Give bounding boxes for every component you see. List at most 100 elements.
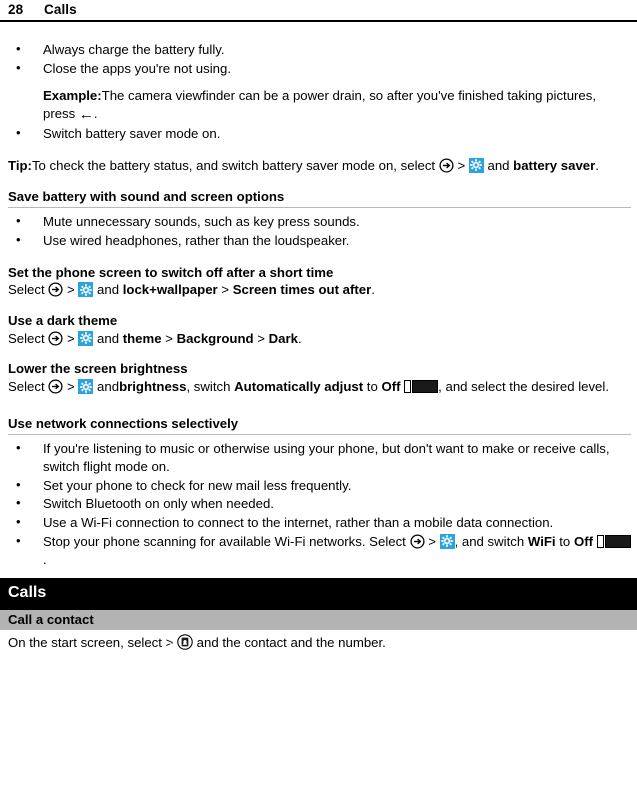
and-label: and bbox=[97, 330, 120, 346]
to-label: to bbox=[559, 533, 571, 549]
page-number: 28 bbox=[8, 2, 24, 17]
list-item: • Stop your phone scanning for available… bbox=[8, 533, 631, 568]
list-item-text: Use wired headphones, rather than the lo… bbox=[43, 232, 350, 248]
value-off: Off bbox=[573, 533, 593, 549]
section-heading-sound-screen: Save battery with sound and screen optio… bbox=[8, 188, 631, 209]
example-text-end: . bbox=[93, 106, 98, 122]
instruction-text: On the start screen, select bbox=[8, 635, 162, 651]
sound-screen-list: • Mute unnecessary sounds, such as key p… bbox=[8, 213, 631, 249]
bullet-glyph: • bbox=[16, 231, 21, 247]
setting-wifi: WiFi bbox=[527, 533, 556, 549]
list-item: • Set your phone to check for new mail l… bbox=[8, 477, 631, 495]
network-list: • If you're listening to music or otherw… bbox=[8, 440, 631, 568]
section-band-call-a-contact: Call a contact bbox=[0, 610, 637, 631]
bullet-glyph: • bbox=[16, 41, 21, 56]
subheading-brightness: Lower the screen brightness bbox=[8, 361, 188, 377]
tip-bold: battery saver bbox=[513, 157, 596, 173]
arrow-right-circle-icon[interactable] bbox=[48, 379, 63, 394]
period: . bbox=[43, 551, 47, 567]
tip-text-b: and bbox=[487, 157, 514, 173]
and-label: and bbox=[97, 379, 120, 395]
arrow-right-circle-icon[interactable] bbox=[48, 331, 63, 346]
tip-label: Tip: bbox=[8, 157, 32, 173]
bullet-glyph: • bbox=[16, 125, 21, 141]
brightness-steps: Select > andbrightness, switch Automatic… bbox=[8, 378, 631, 396]
arrow-right-circle-icon[interactable] bbox=[48, 282, 63, 297]
list-item: • Switch Bluetooth on only when needed. bbox=[8, 495, 631, 513]
settings-gear-icon[interactable] bbox=[78, 379, 94, 395]
list-item-text: Switch Bluetooth on only when needed. bbox=[43, 496, 274, 512]
gt-separator: > bbox=[165, 330, 173, 346]
list-item: • Use wired headphones, rather than the … bbox=[8, 232, 631, 250]
toggle-switch-off-icon[interactable] bbox=[404, 380, 439, 394]
gt-separator: > bbox=[257, 330, 265, 346]
page-content: • Always charge the battery fully. • Clo… bbox=[0, 22, 637, 568]
section-heading-network: Use network connections selectively bbox=[8, 415, 631, 436]
bullet-glyph: • bbox=[16, 213, 21, 229]
settings-gear-icon[interactable] bbox=[468, 157, 484, 173]
tip-text-c: . bbox=[595, 157, 599, 173]
list-item-text: Switch battery saver mode on. bbox=[43, 126, 221, 142]
chapter-banner: Calls bbox=[0, 578, 637, 611]
period: . bbox=[371, 282, 375, 298]
gt-separator: > bbox=[67, 379, 75, 395]
toggle-switch-off-icon[interactable] bbox=[596, 534, 631, 548]
menu-item-background: Background bbox=[176, 330, 254, 346]
bullet-glyph: • bbox=[16, 495, 21, 511]
period: . bbox=[297, 330, 302, 346]
list-item: • Switch battery saver mode on. bbox=[8, 125, 631, 143]
select-label: Select bbox=[8, 282, 45, 298]
menu-item-lock-wallpaper: lock+wallpaper bbox=[122, 282, 218, 298]
subheading-dark-theme: Use a dark theme bbox=[8, 312, 118, 328]
value-off: Off bbox=[381, 379, 401, 395]
switch-label: , switch bbox=[186, 379, 231, 395]
setting-automatically-adjust: Automatically adjust bbox=[234, 379, 364, 395]
tip-paragraph: Tip:To check the battery status, and swi… bbox=[8, 157, 631, 175]
arrow-right-circle-icon[interactable] bbox=[439, 158, 454, 173]
bullet-glyph: • bbox=[16, 514, 21, 530]
list-item: • If you're listening to music or otherw… bbox=[8, 440, 631, 475]
battery-tips-list: • Always charge the battery fully. • Clo… bbox=[8, 41, 631, 77]
select-label: Select bbox=[8, 379, 45, 395]
battery-tips-list-2: • Switch battery saver mode on. bbox=[8, 125, 631, 143]
gt-separator: > bbox=[67, 282, 75, 298]
list-item-text: Use a Wi-Fi connection to connect to the… bbox=[43, 515, 554, 531]
settings-gear-icon[interactable] bbox=[78, 282, 94, 298]
example-text: The camera viewfinder can be a power dra… bbox=[43, 88, 597, 122]
menu-item-brightness: brightness bbox=[119, 379, 187, 395]
list-item-text: Stop your phone scanning for available W… bbox=[43, 533, 410, 549]
contacts-icon[interactable] bbox=[177, 634, 193, 653]
toggle-track bbox=[412, 380, 439, 394]
screen-timeout-steps: Select > and lock+wallpaper > Screen tim… bbox=[8, 281, 631, 299]
to-label: to bbox=[366, 379, 378, 395]
list-item-text: Close the apps you're not using. bbox=[43, 60, 231, 76]
subheading-screen-timeout: Set the phone screen to switch off after… bbox=[8, 264, 334, 280]
menu-item-theme: theme bbox=[122, 330, 162, 346]
bullet-glyph: • bbox=[16, 59, 21, 75]
header-chapter-title: Calls bbox=[44, 2, 77, 17]
bullet-glyph: • bbox=[16, 476, 21, 492]
brightness-tail: , and select the desired level. bbox=[438, 379, 609, 395]
running-header: 28 Calls bbox=[0, 0, 637, 20]
list-item-text: Mute unnecessary sounds, such as key pre… bbox=[43, 214, 360, 230]
bullet-glyph: • bbox=[16, 440, 21, 456]
select-label: Select bbox=[8, 330, 45, 346]
list-item-text: Set your phone to check for new mail les… bbox=[43, 477, 352, 493]
arrow-right-circle-icon[interactable] bbox=[409, 534, 425, 549]
settings-gear-icon[interactable] bbox=[439, 533, 455, 549]
menu-item-dark: Dark bbox=[268, 330, 298, 346]
settings-gear-icon[interactable] bbox=[78, 330, 94, 346]
dark-theme-steps: Select > and theme > Background > Dark. bbox=[8, 330, 631, 348]
list-item-text: Always charge the battery fully. bbox=[43, 42, 225, 57]
and-label: and bbox=[97, 282, 120, 298]
toggle-knob bbox=[596, 534, 604, 548]
toggle-track bbox=[604, 534, 631, 548]
bullet-glyph: • bbox=[16, 532, 21, 548]
tip-text: To check the battery status, and switch … bbox=[31, 157, 439, 173]
menu-item-screen-timeout: Screen times out after bbox=[232, 282, 372, 298]
manual-page: 28 Calls • Always charge the battery ful… bbox=[0, 0, 637, 810]
gt-separator: > bbox=[67, 330, 75, 346]
instruction-text-end: and the contact and the number. bbox=[196, 635, 386, 651]
tip-gt: > bbox=[457, 157, 466, 173]
list-item: • Use a Wi-Fi connection to connect to t… bbox=[8, 514, 631, 532]
